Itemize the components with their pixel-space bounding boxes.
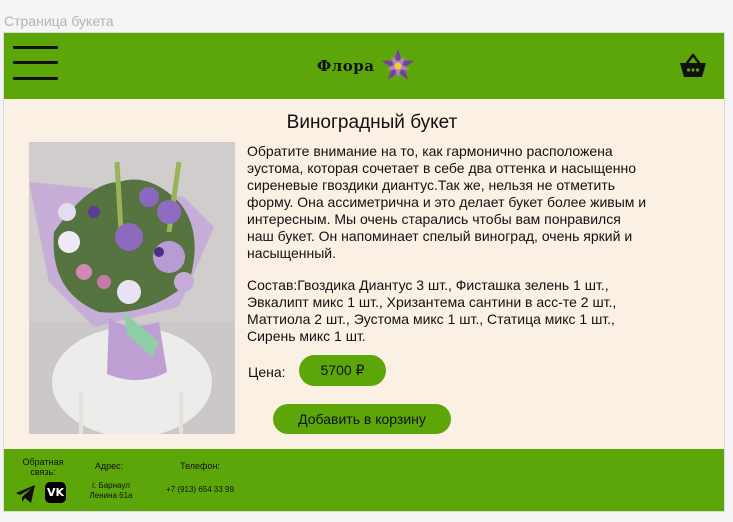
add-to-cart-button[interactable]: Добавить в корзину xyxy=(273,404,451,434)
phone-number[interactable]: +7 (913) 654 33 99 xyxy=(154,485,246,495)
logo-text: Флора xyxy=(317,57,375,75)
footer: Обратная связь: VK Адрес: г. Барнаул Лен… xyxy=(4,449,724,511)
bouquet-photo xyxy=(29,142,235,434)
vk-icon[interactable]: VK xyxy=(45,482,66,503)
shopping-basket-icon[interactable] xyxy=(679,53,707,79)
burger-menu-icon[interactable] xyxy=(13,46,58,80)
flower-icon xyxy=(381,49,414,80)
phone-label: Телефон: xyxy=(180,461,220,471)
address-line1: г. Барнаул xyxy=(92,481,130,490)
product-title: Виноградный букет xyxy=(286,112,458,133)
product-description: Обратите внимание на то, как гармонично … xyxy=(247,143,647,261)
price-label: Цена: xyxy=(248,364,286,380)
bouquet-page: Флора Виноградный букет Обратите внимани… xyxy=(3,32,725,512)
product-composition: Состав:Гвоздика Диантус 3 шт., Фисташка … xyxy=(247,277,617,344)
header: Флора xyxy=(4,33,724,99)
price-badge: 5700 ₽ xyxy=(299,355,386,386)
feedback-label: Обратная связь: xyxy=(22,457,64,477)
address-label: Адрес: xyxy=(94,461,124,471)
telegram-icon[interactable] xyxy=(16,485,36,503)
address-line2: Ленина 61а xyxy=(89,491,133,500)
frame-label: Страница букета xyxy=(4,13,114,29)
logo[interactable]: Флора xyxy=(317,48,417,84)
